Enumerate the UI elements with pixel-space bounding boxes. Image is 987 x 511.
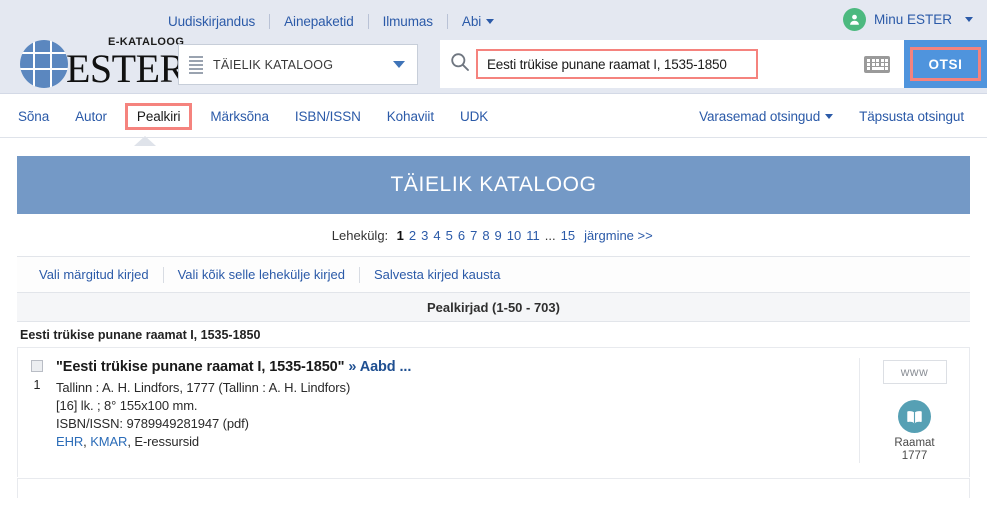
virtual-keyboard-icon[interactable] [864,55,890,73]
previous-searches-label: Varasemad otsingud [699,108,821,124]
catalog-scope-select[interactable]: TÄIELIK KATALOOG [178,44,418,85]
main-content: TÄIELIK KATALOOG Lehekülg: 1 2 3 4 5 6 7… [0,156,987,498]
search-submit-button[interactable]: OTSI [913,50,978,78]
site-header: Uudiskirjandus Ainepaketid Ilmumas Abi M… [0,0,987,94]
nav-link-ainepaketid[interactable]: Ainepaketid [270,14,367,29]
holding-format: , E-ressursid [127,434,200,449]
holding-link-kmar[interactable]: KMAR [90,434,127,449]
record-title-main: "Eesti trükise punane raamat I, 1535-185… [56,359,345,375]
record-isbn: ISBN/ISSN: 9789949281947 (pdf) [56,415,849,433]
page-link-last[interactable]: 15 [558,228,577,243]
record-title[interactable]: "Eesti trükise punane raamat I, 1535-185… [56,358,849,376]
utility-nav: Uudiskirjandus Ainepaketid Ilmumas Abi [168,11,508,31]
record-media-type: Raamat 1777 [894,400,935,463]
search-input[interactable] [485,55,749,73]
logo-wordmark: ESTER [66,46,186,91]
chevron-down-icon [965,17,973,22]
nav-link-ilmumas[interactable]: Ilmumas [369,14,447,29]
next-record-placeholder [17,478,970,498]
pagination: Lehekülg: 1 2 3 4 5 6 7 8 9 10 11 ... 15… [17,214,970,256]
book-icon [898,400,931,433]
page-link-5[interactable]: 5 [443,228,455,243]
search-button-highlight: OTSI [910,47,981,81]
record-isbn-value: 9789949281947 (pdf) [126,416,249,431]
tab-udk[interactable]: UDK [447,109,501,124]
nav-link-abi[interactable]: Abi [448,14,508,29]
search-input-wrapper [476,49,758,79]
record-checkbox[interactable] [31,360,43,372]
record-imprint: Tallinn : A. H. Lindfors, 1777 (Tallinn … [56,380,351,395]
record-extent: [16] lk. ; 8° 155x100 mm. [56,398,198,413]
chevron-down-icon [825,113,834,119]
www-button[interactable]: www [882,360,947,384]
ester-logo[interactable]: E-KATALOOG ESTER [18,34,186,92]
page-link-4[interactable]: 4 [431,228,443,243]
active-tab-pointer [134,136,156,146]
pagination-label: Lehekülg: [331,227,389,243]
record-actions-bar: Vali märgitud kirjed Vali kõik selle leh… [17,256,970,293]
tab-pealkiri[interactable]: Pealkiri [124,102,193,130]
chevron-down-icon [486,18,495,24]
record-number: 1 [33,378,41,392]
table-row: 1 "Eesti trükise punane raamat I, 1535-1… [17,347,970,477]
user-menu[interactable]: Minu ESTER [842,8,973,31]
ester-logo-icon [18,38,72,90]
page-link-8[interactable]: 8 [480,228,492,243]
tab-sona[interactable]: Sõna [0,109,62,124]
search-icon [450,52,470,77]
page-link-2[interactable]: 2 [406,228,418,243]
chevron-down-icon [393,61,405,68]
tab-marksona[interactable]: Märksõna [197,109,281,124]
catalog-scope-label: TÄIELIK KATALOOG [213,57,334,72]
page-link-7[interactable]: 7 [468,228,480,243]
media-type-year: 1777 [901,450,928,462]
search-index-tabs: Sõna Autor Pealkiri Märksõna ISBN/ISSN K… [0,94,987,146]
media-type-name: Raamat [894,437,935,449]
page-link-3[interactable]: 3 [419,228,431,243]
search-index-tab-list: Sõna Autor Pealkiri Märksõna ISBN/ISSN K… [0,94,501,138]
next-page-link[interactable]: järgmine >> [582,228,656,243]
user-menu-label: Minu ESTER [873,12,952,27]
ester-logo-text: E-KATALOOG ESTER [66,37,186,89]
page-link-1: 1 [396,227,404,243]
select-marked-records-link[interactable]: Vali märgitud kirjed [17,267,163,282]
record-isbn-label: ISBN/ISSN: [56,416,123,431]
tab-isbn-issn[interactable]: ISBN/ISSN [282,109,374,124]
search-submit-area: OTSI [904,40,987,88]
page-link-11[interactable]: 11 [524,228,543,243]
previous-searches-menu[interactable]: Varasemad otsingud [681,109,846,124]
refine-search-link[interactable]: Täpsusta otsingut [846,109,977,124]
tab-kohaviit[interactable]: Kohaviit [374,109,447,124]
search-tools: Varasemad otsingud Täpsusta otsingut [681,94,977,138]
page-link-9[interactable]: 9 [492,228,504,243]
search-bar: OTSI [440,40,987,88]
media-type-label: Raamat 1777 [894,437,934,463]
result-group-heading: Eesti trükise punane raamat I, 1535-1850 [17,322,970,347]
save-records-to-folder-link[interactable]: Salvesta kirjed kausta [360,267,514,282]
nav-link-uudiskirjandus[interactable]: Uudiskirjandus [168,14,269,29]
page-link-6[interactable]: 6 [455,228,467,243]
nav-link-abi-label: Abi [461,13,482,29]
record-details: "Eesti trükise punane raamat I, 1535-185… [56,358,859,463]
record-holdings: EHR, KMAR, E-ressursid [56,433,849,451]
list-icon [189,55,203,74]
holding-link-ehr[interactable]: EHR [56,434,83,449]
avatar [842,8,866,31]
record-select-cell: 1 [18,358,56,463]
pagination-ellipsis: ... [544,227,556,243]
record-title-sub: » Aabd ... [348,359,412,375]
catalog-banner: TÄIELIK KATALOOG [17,156,970,214]
select-all-page-records-link[interactable]: Vali kõik selle lehekülje kirjed [164,267,359,282]
page-link-10[interactable]: 10 [504,228,523,243]
record-media-cell: www Raamat 1777 [859,358,969,463]
tab-autor[interactable]: Autor [62,109,120,124]
page-root: Uudiskirjandus Ainepaketid Ilmumas Abi M… [0,0,987,511]
results-header: Pealkirjad (1-50 - 703) [17,293,970,322]
